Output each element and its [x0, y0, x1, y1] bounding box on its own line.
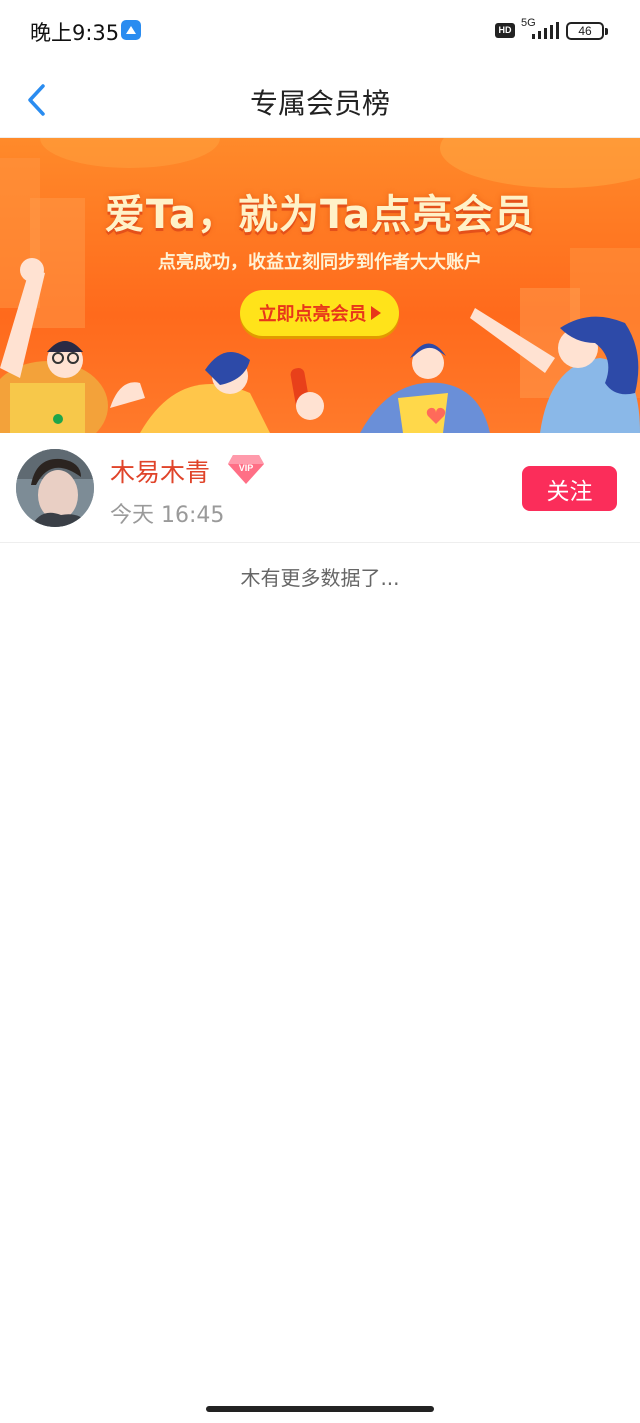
- status-bar: 晚上9:35 HD 5G 46: [0, 0, 640, 62]
- cta-label: 立即点亮会员: [258, 304, 367, 325]
- vip-diamond-icon: VIP: [228, 455, 264, 484]
- member-name[interactable]: 木易木青: [110, 453, 210, 489]
- avatar[interactable]: [16, 449, 94, 527]
- vip-label: VIP: [239, 463, 254, 473]
- app-notification-icon: [121, 20, 141, 40]
- battery-icon: 46: [566, 22, 608, 40]
- signal-icon: [532, 22, 559, 39]
- page-title: 专属会员榜: [249, 87, 390, 120]
- banner-subtitle: 点亮成功，收益立刻同步到作者大大账户: [158, 252, 482, 273]
- avatar-image: [16, 449, 94, 527]
- play-arrow-icon: [370, 306, 381, 320]
- member-time: 今天 16:45: [110, 503, 225, 528]
- promo-banner[interactable]: 爱Ta，就为Ta点亮会员 点亮成功，收益立刻同步到作者大大账户 立即点亮会员: [0, 138, 640, 433]
- no-more-data-text: 木有更多数据了...: [240, 566, 400, 590]
- list-item[interactable]: 木易木青 VIP 今天 16:45 关注: [0, 433, 640, 543]
- home-indicator[interactable]: [206, 1406, 434, 1412]
- status-time: 晚上9:35: [30, 21, 120, 45]
- nav-bar: 专属会员榜: [0, 62, 640, 138]
- follow-button[interactable]: 关注: [522, 466, 617, 511]
- banner-headline: 爱Ta，就为Ta点亮会员: [104, 192, 536, 238]
- light-up-member-button[interactable]: 立即点亮会员: [240, 290, 399, 336]
- hd-icon: HD: [495, 23, 515, 38]
